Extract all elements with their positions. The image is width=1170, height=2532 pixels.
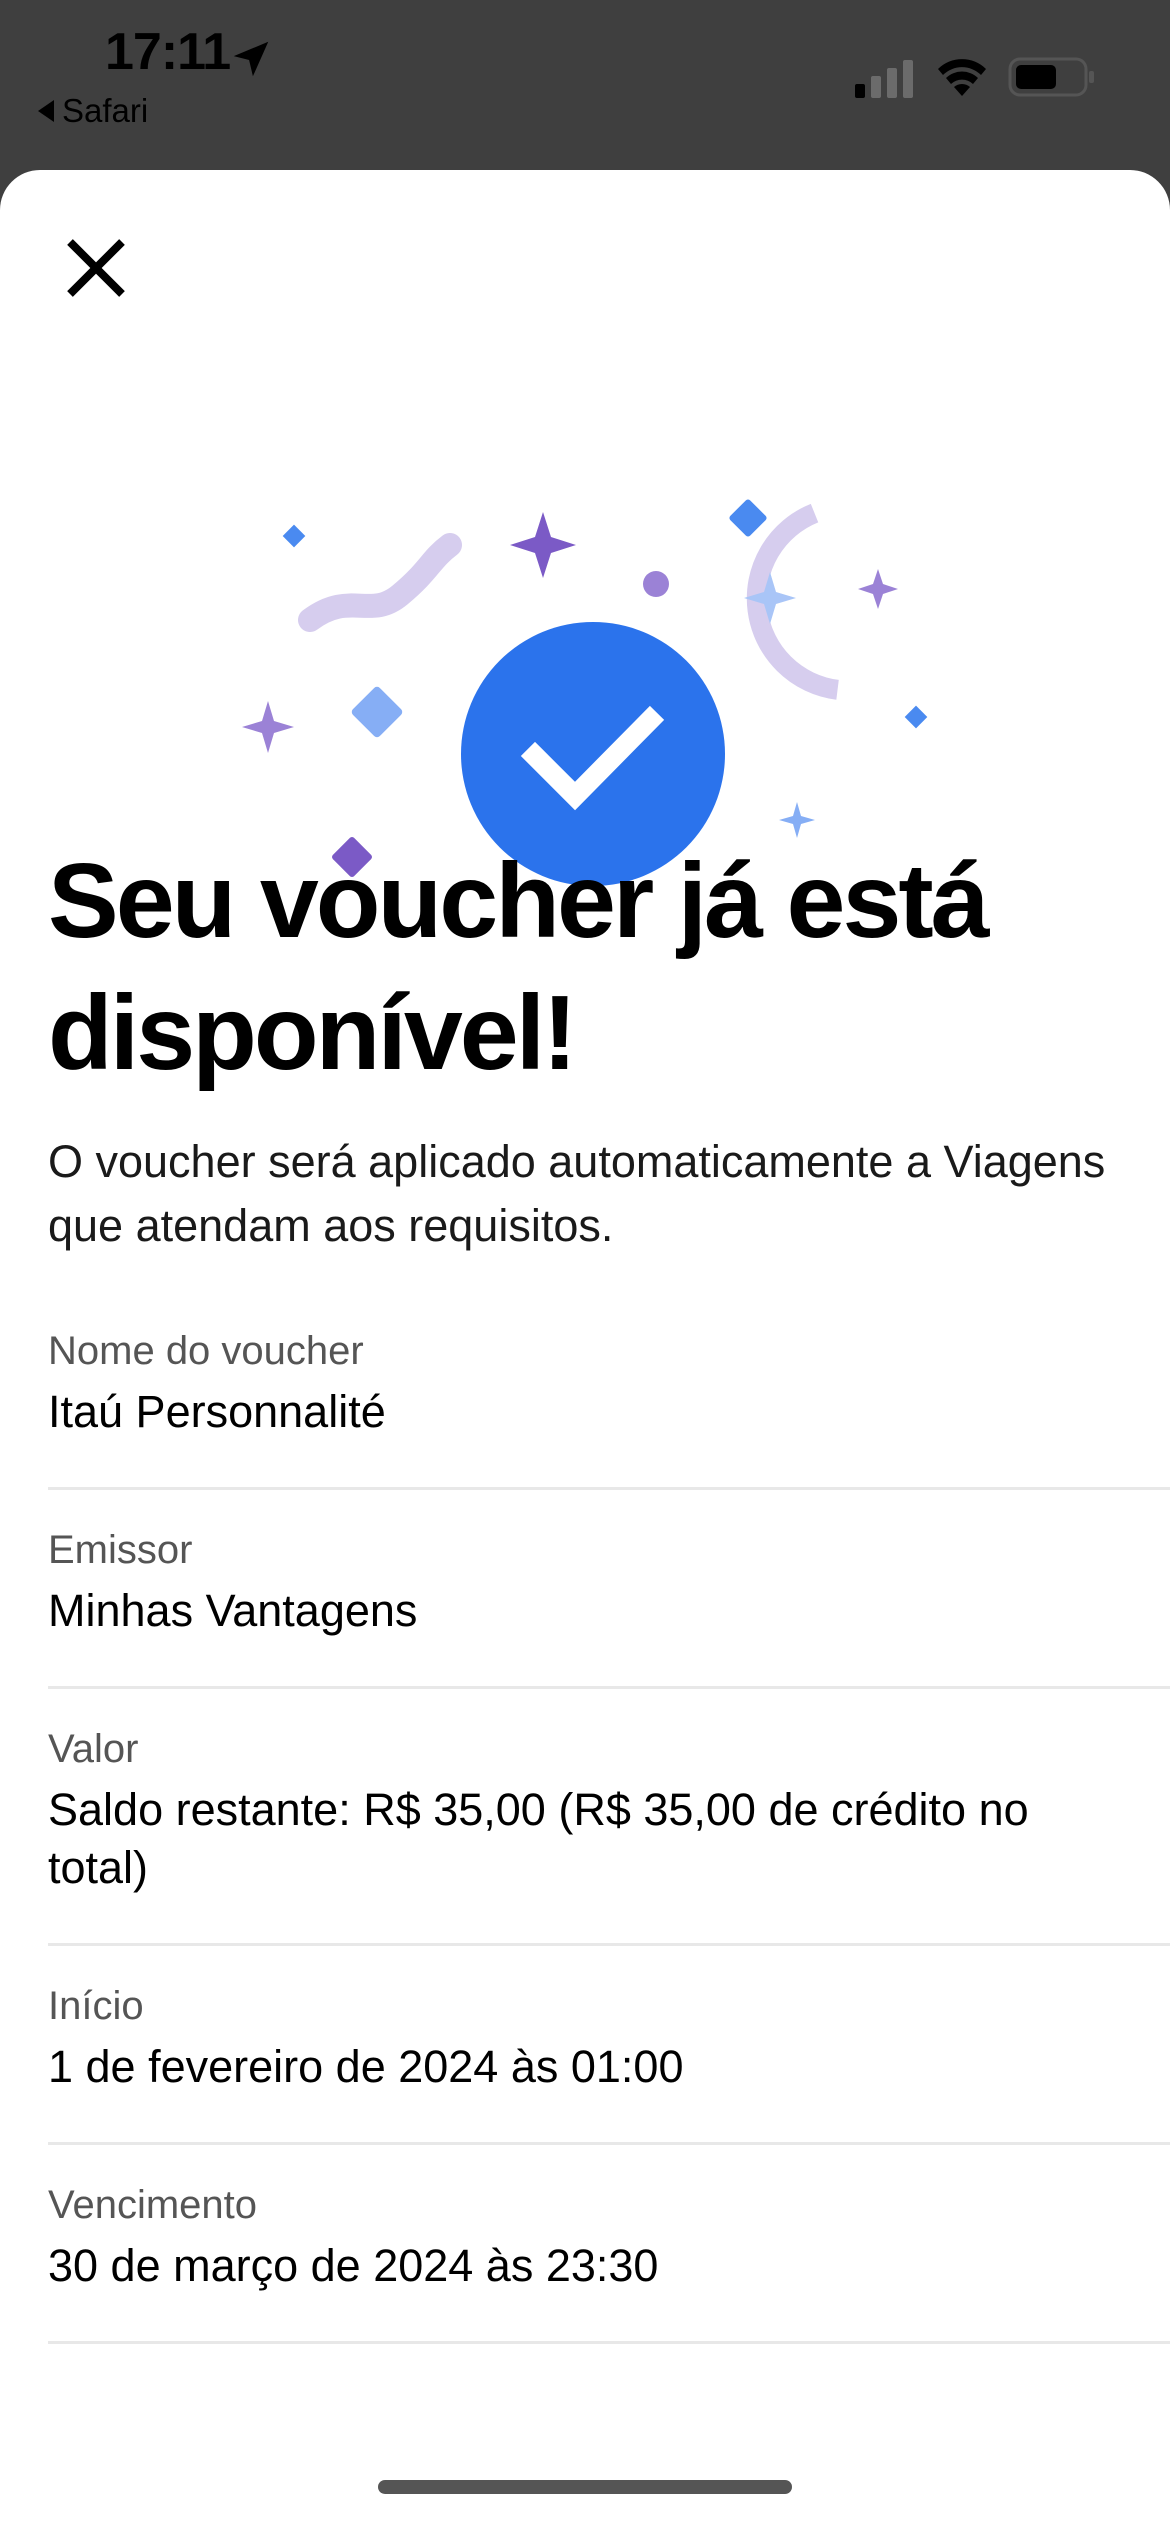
star-confetti (242, 701, 294, 753)
dot-confetti (643, 571, 669, 597)
cellular-signal-icon (855, 60, 913, 98)
status-time: 17:11 (105, 23, 231, 81)
detail-label: Valor (48, 1727, 139, 1771)
detail-value: Itaú Personnalité (48, 1386, 386, 1437)
detail-row-name: Nome do voucher Itaú Personnalité (48, 1325, 1170, 1490)
star-confetti (779, 802, 815, 838)
detail-row-issuer: Emissor Minhas Vantagens (48, 1490, 1170, 1689)
detail-value: Minhas Vantagens (48, 1585, 418, 1636)
arc-confetti (746, 503, 839, 700)
detail-value: 30 de março de 2024 às 23:30 (48, 2240, 659, 2291)
diamond-confetti (904, 705, 928, 729)
page-title: Seu voucher já está disponível! (48, 842, 990, 1092)
squiggle-confetti (298, 533, 462, 632)
page-subtitle: O voucher será aplicado automaticamente … (48, 1136, 1106, 1251)
voucher-sheet: Seu voucher já está disponível! O vouche… (0, 170, 1170, 2532)
wifi-icon (938, 59, 986, 96)
diamond-confetti (351, 686, 403, 738)
battery-icon (1008, 57, 1094, 97)
back-safari-label: Safari (62, 92, 149, 129)
home-indicator[interactable] (378, 2480, 792, 2494)
back-triangle-icon (38, 100, 54, 122)
close-icon[interactable] (58, 230, 134, 306)
detail-label: Vencimento (48, 2183, 258, 2227)
detail-label: Emissor (48, 1528, 193, 1572)
detail-value: Saldo restante: R$ 35,00 (R$ 35,00 de cr… (48, 1784, 1029, 1893)
diamond-confetti (282, 524, 306, 548)
back-to-safari-link[interactable]: Safari (38, 92, 148, 130)
diamond-confetti (729, 499, 767, 537)
detail-row-value: Valor Saldo restante: R$ 35,00 (R$ 35,00… (48, 1689, 1170, 1946)
star-confetti (510, 512, 576, 578)
confetti-illustration (242, 499, 928, 886)
location-arrow-icon (233, 41, 269, 77)
star-confetti (858, 569, 898, 609)
detail-label: Início (48, 1984, 144, 2028)
detail-row-expiration: Vencimento 30 de março de 2024 às 23:30 (48, 2145, 1170, 2344)
status-bar: 17:11 Safari (0, 0, 1170, 170)
voucher-details: Nome do voucher Itaú Personnalité Emisso… (48, 1325, 1170, 2344)
detail-value: 1 de fevereiro de 2024 às 01:00 (48, 2041, 684, 2092)
detail-row-start: Início 1 de fevereiro de 2024 às 01:00 (48, 1946, 1170, 2145)
detail-label: Nome do voucher (48, 1329, 364, 1373)
